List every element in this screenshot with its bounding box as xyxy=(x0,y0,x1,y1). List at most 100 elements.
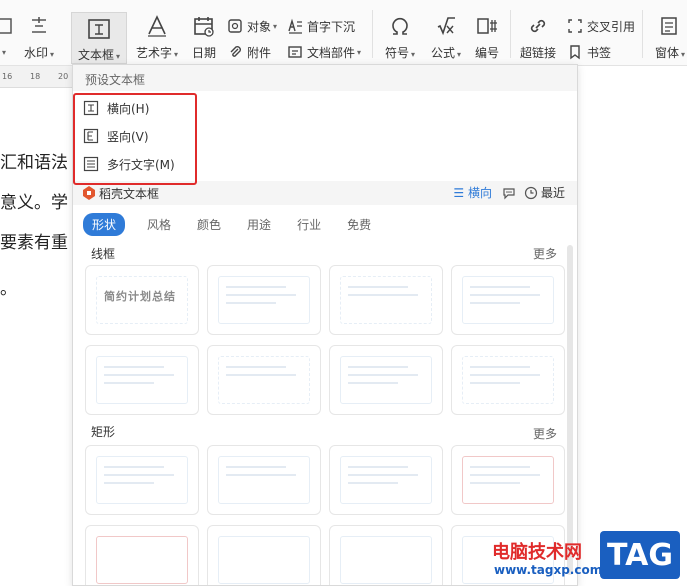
object-button[interactable]: 对象 ▾ xyxy=(226,17,277,35)
numbering-icon xyxy=(473,12,501,40)
preset-textbox-header: 预设文本框 xyxy=(73,65,577,91)
watermark-label: 水印 xyxy=(23,46,48,60)
paperclip-icon xyxy=(226,43,244,61)
template-card[interactable] xyxy=(207,345,321,415)
docer-logo-icon xyxy=(83,186,95,200)
document-text-line: 意义。学 xyxy=(0,193,68,213)
partial-icon xyxy=(0,12,17,40)
separator xyxy=(642,10,643,58)
bookmark-button[interactable]: 书签 xyxy=(566,43,611,61)
recent-button[interactable]: 最近 xyxy=(541,184,565,201)
category-tabs: 形状 风格 颜色 用途 行业 免费 xyxy=(83,213,397,236)
wordart-label: 艺术字 xyxy=(135,46,172,60)
ruler-tick: 16 xyxy=(2,72,13,81)
textbox-dropdown-panel: 预设文本框 横向(H) 竖向(V) 多行文字(M) 稻壳文本框 ☰ 横向 最近 … xyxy=(72,64,578,586)
separator xyxy=(372,10,373,58)
section-title-rectangle: 矩形 xyxy=(91,425,116,439)
textbox-button[interactable]: 文本框 ▾ xyxy=(71,12,127,64)
template-card[interactable] xyxy=(207,265,321,335)
attachment-label: 附件 xyxy=(247,45,272,60)
multiline-textbox-icon xyxy=(83,156,99,172)
crossref-label: 交叉引用 xyxy=(587,19,636,34)
wordart-icon xyxy=(143,12,171,40)
watermark-button[interactable]: 水印 ▾ xyxy=(20,0,58,61)
docparts-button[interactable]: 文档部件 ▾ xyxy=(286,43,361,61)
form-button[interactable]: 窗体 ▾ xyxy=(650,0,687,61)
menu-item-horizontal[interactable]: 横向(H) xyxy=(81,95,571,121)
vertical-textbox-icon xyxy=(83,128,99,144)
horizontal-textbox-icon xyxy=(83,100,99,116)
hyperlink-button[interactable]: 超链接 xyxy=(516,0,560,61)
omega-icon xyxy=(386,12,414,40)
symbol-label: 符号 xyxy=(384,46,409,60)
watermark-url: www.tagxp.com xyxy=(494,563,603,577)
panel-scrollbar[interactable] xyxy=(567,245,573,575)
tab-usage[interactable]: 用途 xyxy=(247,213,271,236)
tab-free[interactable]: 免费 xyxy=(347,213,371,236)
menu-item-multiline[interactable]: 多行文字(M) xyxy=(81,151,571,177)
template-card[interactable] xyxy=(329,265,443,335)
object-icon xyxy=(226,17,244,35)
card-sample-title: 简约计划总结 xyxy=(104,290,176,303)
formula-button[interactable]: 公式 ▾ xyxy=(426,0,466,61)
ribbon-toolbar: ▾ 水印 ▾ 文本框 ▾ 艺术字 ▾ 日期 对象 ▾ 附件 首字下沉 文档部件 … xyxy=(0,0,687,66)
date-button[interactable]: 日期 xyxy=(187,0,221,61)
tab-shape[interactable]: 形状 xyxy=(83,213,126,236)
template-card[interactable] xyxy=(207,525,321,585)
calendar-icon xyxy=(190,12,218,40)
horizontal-ruler[interactable]: 16 18 20 xyxy=(0,66,80,88)
dropcap-label: 首字下沉 xyxy=(307,19,356,34)
template-card[interactable] xyxy=(329,525,443,585)
template-card[interactable]: 简约计划总结 xyxy=(85,265,199,335)
object-label: 对象 xyxy=(247,19,272,34)
hyperlink-label: 超链接 xyxy=(519,46,556,60)
watermark-icon xyxy=(25,12,53,40)
link-icon xyxy=(524,12,552,40)
separator xyxy=(510,10,511,58)
more-link-wireframe[interactable]: 更多 xyxy=(533,245,557,262)
docer-textbox-header: 稻壳文本框 ☰ 横向 最近 xyxy=(73,181,577,205)
watermark-site-name: 电脑技术网 xyxy=(492,542,582,563)
tab-color[interactable]: 颜色 xyxy=(197,213,221,236)
ruler-tick: 18 xyxy=(30,72,41,81)
template-card[interactable] xyxy=(451,445,565,515)
wordart-button[interactable]: 艺术字 ▾ xyxy=(134,0,180,61)
comment-icon[interactable] xyxy=(502,186,516,200)
more-link-rectangle[interactable]: 更多 xyxy=(533,425,557,442)
template-card[interactable] xyxy=(207,445,321,515)
document-text-line: 汇和语法 xyxy=(0,153,68,173)
template-card[interactable] xyxy=(85,345,199,415)
menu-item-vertical[interactable]: 竖向(V) xyxy=(81,123,571,149)
clock-icon xyxy=(524,186,538,199)
docer-textbox-title: 稻壳文本框 xyxy=(99,187,160,201)
bookmark-icon xyxy=(566,43,584,61)
dropcap-button[interactable]: 首字下沉 xyxy=(286,17,355,35)
menu-item-label: 竖向(V) xyxy=(107,129,149,144)
watermark-badge: TAG xyxy=(600,531,680,579)
symbol-button[interactable]: 符号 ▾ xyxy=(380,0,420,61)
orientation-label: 横向 xyxy=(467,186,492,200)
orientation-toggle[interactable]: ☰ 横向 xyxy=(453,184,492,201)
docparts-icon xyxy=(286,43,304,61)
crossref-button[interactable]: 交叉引用 xyxy=(566,17,635,35)
tab-style[interactable]: 风格 xyxy=(147,213,171,236)
attachment-button[interactable]: 附件 xyxy=(226,43,271,61)
numbering-button[interactable]: 编号 xyxy=(470,0,504,61)
bookmark-label: 书签 xyxy=(587,45,612,60)
numbering-label: 编号 xyxy=(474,46,499,60)
template-card[interactable] xyxy=(451,345,565,415)
form-icon xyxy=(656,12,684,40)
textbox-icon xyxy=(85,15,113,42)
template-card[interactable] xyxy=(329,345,443,415)
formula-icon xyxy=(432,12,460,40)
template-card[interactable] xyxy=(451,265,565,335)
template-card[interactable] xyxy=(85,445,199,515)
template-card[interactable] xyxy=(329,445,443,515)
template-card[interactable] xyxy=(85,525,199,585)
form-label: 窗体 xyxy=(654,46,679,60)
tab-industry[interactable]: 行业 xyxy=(297,213,321,236)
partial-button[interactable]: ▾ xyxy=(0,0,14,58)
document-text-line: 要素有重 xyxy=(0,233,68,253)
textbox-label: 文本框 xyxy=(77,48,114,62)
dropcap-icon xyxy=(286,17,304,35)
